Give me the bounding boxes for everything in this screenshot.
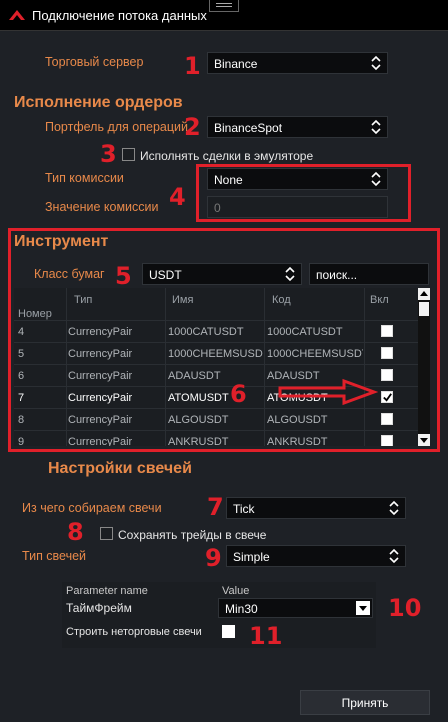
marker-8: 8	[67, 518, 84, 546]
annotation-box-instrument	[8, 228, 440, 452]
portfolio-select[interactable]: BinanceSpot	[207, 116, 388, 138]
app-logo-icon	[9, 10, 25, 20]
commission-value-label: Значение комиссии	[45, 200, 159, 214]
candle-type-value: Simple	[233, 550, 270, 564]
order-exec-title: Исполнение ордеров	[14, 94, 183, 111]
candle-source-label: Из чего собираем свечи	[22, 501, 162, 515]
title-bar[interactable]: Подключение потока данных	[0, 0, 448, 30]
nontrading-checkbox[interactable]	[222, 625, 235, 638]
chevron-down-icon	[359, 606, 367, 611]
marker-7: 7	[207, 493, 224, 521]
apply-button[interactable]: Принять	[300, 690, 430, 715]
commission-type-label: Тип комиссии	[45, 171, 124, 185]
trade-server-select[interactable]: Binance	[207, 52, 388, 74]
marker-4: 4	[169, 183, 186, 211]
param-value-header: Value	[222, 585, 250, 597]
trade-server-value: Binance	[214, 57, 258, 71]
updown-arrows-icon	[389, 548, 399, 564]
marker-10: 10	[388, 594, 422, 622]
save-trades-checkbox[interactable]	[100, 527, 113, 540]
candle-type-select[interactable]: Simple	[226, 545, 406, 567]
marker-11: 11	[249, 622, 283, 650]
candles-title: Настройки свечей	[48, 460, 192, 477]
marker-1: 1	[184, 52, 201, 80]
drag-grip-icon[interactable]	[209, 0, 239, 12]
annotation-arrow-icon	[278, 378, 378, 406]
portfolio-label: Портфель для операций	[45, 120, 188, 134]
updown-arrows-icon	[371, 55, 381, 71]
timeframe-value: Min30	[225, 602, 258, 616]
updown-arrows-icon	[371, 119, 381, 135]
updown-arrows-icon	[389, 500, 399, 516]
window-title: Подключение потока данных	[32, 8, 207, 23]
portfolio-value: BinanceSpot	[214, 121, 283, 135]
marker-5: 5	[115, 262, 132, 290]
marker-9: 9	[205, 544, 222, 572]
candle-type-label: Тип свечей	[22, 549, 87, 563]
emulator-checkbox[interactable]	[122, 148, 135, 161]
candle-source-value: Tick	[233, 502, 255, 516]
trade-server-label: Торговый сервер	[45, 55, 144, 69]
candle-source-select[interactable]: Tick	[226, 497, 406, 519]
annotation-box-commission	[196, 164, 411, 222]
marker-3: 3	[100, 140, 117, 168]
timeframe-label: ТаймФрейм	[66, 601, 132, 615]
emulator-label: Исполнять сделки в эмуляторе	[140, 149, 314, 163]
dropdown-button[interactable]	[356, 601, 370, 615]
nontrading-label: Строить неторговые свечи	[66, 626, 202, 638]
marker-2: 2	[184, 113, 201, 141]
marker-6: 6	[230, 380, 247, 408]
param-name-header: Parameter name	[66, 585, 148, 597]
timeframe-select[interactable]: Min30	[218, 598, 373, 618]
save-trades-label: Сохранять трейды в свече	[118, 528, 267, 542]
